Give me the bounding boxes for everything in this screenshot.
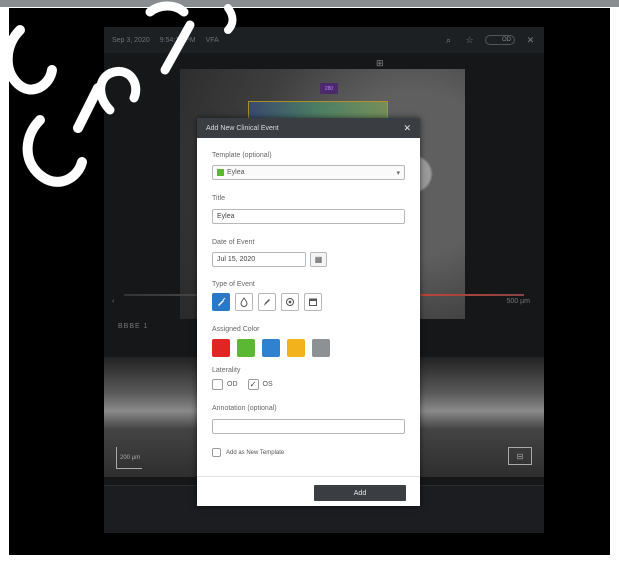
date-input[interactable]: Jul 15, 2020 (212, 252, 306, 267)
scan-label: BBBE 1 (118, 323, 149, 330)
calendar-icon[interactable] (304, 293, 322, 311)
depth-scale: 200 µm (116, 447, 142, 469)
add-template-option: Add as New Template (212, 448, 284, 457)
viewer-header: Sep 3, 2020 9:54:15 PM VFA ⌕ ☆ OD ✕ (104, 27, 544, 53)
color-gray[interactable] (312, 339, 330, 357)
close-icon[interactable]: ✕ (525, 35, 536, 46)
type-label: Type of Event (212, 281, 255, 288)
modality-label: VFA (205, 36, 219, 44)
eye-toggle[interactable]: OD (485, 35, 515, 45)
color-picker (212, 339, 330, 357)
add-clinical-event-dialog: Add New Clinical Event ✕ Template (optio… (197, 118, 420, 506)
laser-icon[interactable] (281, 293, 299, 311)
add-button[interactable]: Add (314, 485, 406, 501)
search-icon[interactable]: ⌕ (443, 35, 454, 46)
dialog-footer: Add (197, 476, 420, 506)
color-red[interactable] (212, 339, 230, 357)
star-icon[interactable]: ☆ (464, 35, 475, 46)
os-checkbox[interactable]: ✓ (247, 379, 259, 390)
annotation-input[interactable] (212, 419, 405, 434)
calendar-icon: ▦ (314, 255, 323, 264)
chevron-down-icon: ▾ (396, 169, 400, 177)
fit-frame-icon[interactable]: ⊟ (508, 447, 532, 465)
title-label: Title (212, 195, 225, 202)
color-blue[interactable] (262, 339, 280, 357)
overlay-tag: 280 (320, 83, 338, 94)
date-label: Date of Event (212, 239, 255, 246)
os-label: OS (262, 381, 273, 388)
pen-icon[interactable] (258, 293, 276, 311)
add-template-label: Add as New Template (226, 449, 285, 456)
od-checkbox[interactable] (212, 379, 223, 390)
add-template-checkbox[interactable] (212, 448, 221, 457)
laterality-label: Laterality (212, 367, 241, 374)
color-green[interactable] (237, 339, 255, 357)
close-icon[interactable]: ✕ (403, 123, 411, 134)
annotation-label: Annotation (optional) (212, 405, 277, 412)
exam-time: 9:54:15 PM (159, 36, 196, 44)
calendar-button[interactable]: ▦ (310, 252, 327, 267)
od-label: OD (227, 381, 238, 388)
laterality-options: OD ✓ OS (212, 379, 273, 390)
scale-right-label: 500 µm (506, 298, 531, 305)
color-yellow[interactable] (287, 339, 305, 357)
grid-icon[interactable]: ⊞ (376, 58, 384, 69)
event-type-picker (212, 293, 322, 311)
color-label: Assigned Color (212, 326, 260, 333)
dialog-header: Add New Clinical Event ✕ (197, 118, 420, 138)
injection-icon[interactable] (212, 293, 230, 311)
exam-date: Sep 3, 2020 (112, 36, 150, 44)
top-bar (0, 0, 619, 7)
template-color-swatch (217, 169, 224, 176)
template-label: Template (optional) (212, 152, 272, 159)
title-input[interactable]: Eylea (212, 209, 405, 224)
template-value: Eylea (227, 169, 245, 176)
scale-left-arrow[interactable]: ‹ (112, 298, 114, 305)
dialog-title: Add New Clinical Event (206, 124, 279, 132)
drop-icon[interactable] (235, 293, 253, 311)
template-select[interactable]: Eylea ▾ (212, 165, 405, 180)
